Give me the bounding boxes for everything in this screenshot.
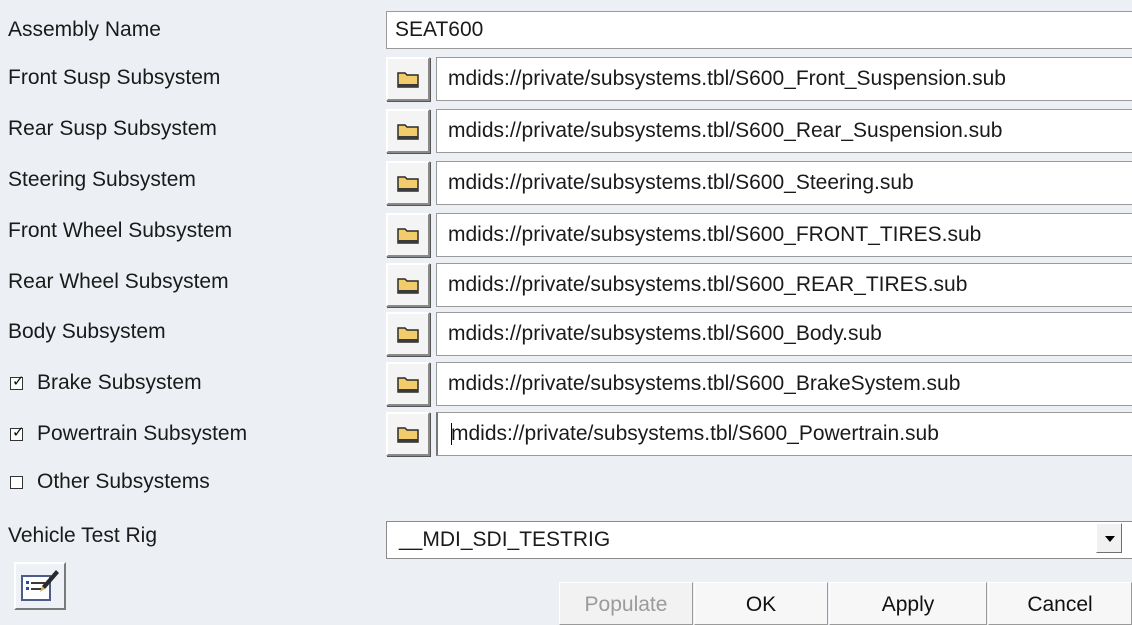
powertrain-path-input[interactable]: mdids://private/subsystems.tbl/S600_Powe…: [436, 412, 1132, 456]
notes-edit-icon[interactable]: [14, 562, 66, 610]
folder-icon: [397, 278, 419, 294]
brake-toggle[interactable]: ✓ Brake Subsystem: [10, 370, 202, 396]
front-wheel-browse-button[interactable]: [386, 213, 430, 257]
check-mark-icon: ✓: [12, 423, 25, 441]
brake-browse-button[interactable]: [386, 362, 430, 406]
test-rig-label: Vehicle Test Rig: [8, 524, 158, 547]
check-mark-icon: ✓: [12, 372, 25, 390]
front-susp-path-input[interactable]: mdids://private/subsystems.tbl/S600_Fron…: [436, 57, 1132, 101]
rear-wheel-browse-button[interactable]: [386, 263, 430, 307]
brake-checkbox[interactable]: ✓: [10, 373, 25, 390]
body-browse-button[interactable]: [386, 312, 430, 356]
front-wheel-label: Front Wheel Subsystem: [8, 219, 233, 242]
front-wheel-path-input[interactable]: mdids://private/subsystems.tbl/S600_FRON…: [436, 213, 1132, 257]
folder-icon: [397, 377, 419, 393]
folder-icon: [397, 72, 419, 88]
assembly-name-input[interactable]: SEAT600: [386, 11, 1132, 49]
folder-icon: [397, 176, 419, 192]
folder-icon: [397, 427, 419, 443]
brake-label: Brake Subsystem: [37, 371, 202, 394]
populate-button[interactable]: Populate: [559, 582, 693, 625]
powertrain-path-text: mdids://private/subsystems.tbl/S600_Powe…: [451, 422, 939, 445]
rear-susp-browse-button[interactable]: [386, 109, 430, 153]
powertrain-checkbox[interactable]: ✓: [10, 424, 25, 441]
powertrain-toggle[interactable]: ✓ Powertrain Subsystem: [10, 421, 247, 447]
assembly-name-label: Assembly Name: [8, 18, 161, 41]
folder-icon: [397, 327, 419, 343]
body-path-input[interactable]: mdids://private/subsystems.tbl/S600_Body…: [436, 312, 1132, 356]
apply-button[interactable]: Apply: [829, 582, 987, 625]
rear-susp-label: Rear Susp Subsystem: [8, 117, 217, 140]
powertrain-browse-button[interactable]: [386, 412, 430, 456]
folder-icon: [397, 228, 419, 244]
other-subsystems-label: Other Subsystems: [37, 470, 210, 493]
body-label: Body Subsystem: [8, 320, 166, 343]
chevron-down-icon[interactable]: [1096, 523, 1122, 553]
rear-susp-path-input[interactable]: mdids://private/subsystems.tbl/S600_Rear…: [436, 109, 1132, 153]
other-subsystems-toggle[interactable]: Other Subsystems: [10, 469, 210, 495]
test-rig-select[interactable]: __MDI_SDI_TESTRIG: [386, 521, 1132, 559]
assembly-dialog: Assembly Name SEAT600 Front Susp Subsyst…: [0, 0, 1132, 625]
powertrain-label: Powertrain Subsystem: [37, 422, 248, 445]
steering-label: Steering Subsystem: [8, 168, 196, 191]
other-subsystems-checkbox[interactable]: [10, 475, 23, 489]
rear-wheel-label: Rear Wheel Subsystem: [8, 270, 229, 293]
rear-wheel-path-input[interactable]: mdids://private/subsystems.tbl/S600_REAR…: [436, 263, 1132, 307]
folder-icon: [397, 124, 419, 140]
front-susp-browse-button[interactable]: [386, 57, 430, 101]
ok-button[interactable]: OK: [694, 582, 828, 625]
front-susp-label: Front Susp Subsystem: [8, 66, 221, 89]
steering-path-input[interactable]: mdids://private/subsystems.tbl/S600_Stee…: [436, 161, 1132, 205]
cancel-button[interactable]: Cancel: [988, 582, 1132, 625]
brake-path-input[interactable]: mdids://private/subsystems.tbl/S600_Brak…: [436, 362, 1132, 406]
steering-browse-button[interactable]: [386, 161, 430, 205]
